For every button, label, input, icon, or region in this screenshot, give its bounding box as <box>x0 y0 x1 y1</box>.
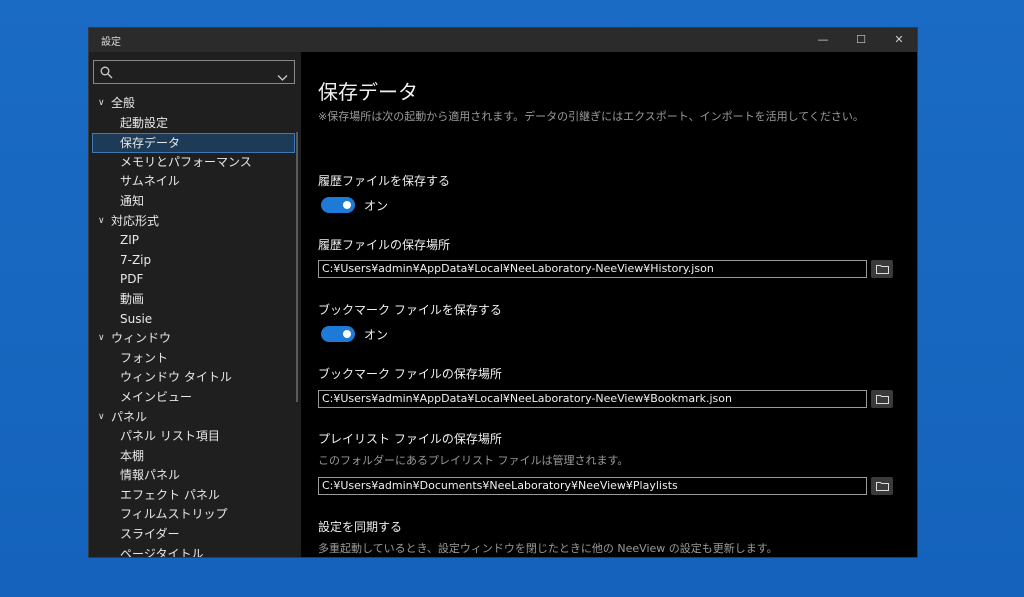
tree-label: ページタイトル <box>120 546 204 558</box>
page-title: 保存データ <box>318 80 418 104</box>
tree-label: 情報パネル <box>120 468 181 483</box>
settings-window: 設定 — ☐ ✕ ∨ 全般 起動設定 保存データ メモリとパフォーマンス サムネイ… <box>88 27 918 558</box>
tree-label: 起動設定 <box>120 115 169 130</box>
tree-label: 保存データ <box>120 136 181 151</box>
settings-content: 保存データ ※保存場所は次の起動から適用されます。データの引継ぎにはエクスポート… <box>301 52 917 557</box>
tree-item-font[interactable]: フォント <box>89 349 301 369</box>
tree-label: パネル リスト項目 <box>120 429 220 444</box>
history-path-label: 履歴ファイルの保存場所 <box>318 238 451 252</box>
tree-group-general[interactable]: ∨ 全般 <box>89 94 301 114</box>
chevron-down-icon[interactable]: ∨ <box>98 212 105 232</box>
tree-label: 対応形式 <box>111 213 160 228</box>
playlist-path-note: このフォルダーにあるプレイリスト ファイルは管理されます。 <box>318 454 629 467</box>
search-icon <box>100 64 113 83</box>
playlist-path-input[interactable]: C:¥Users¥admin¥Documents¥NeeLaboratory¥N… <box>318 477 867 495</box>
title-bar[interactable]: 設定 — ☐ ✕ <box>89 28 917 52</box>
maximize-button[interactable]: ☐ <box>842 28 880 52</box>
history-path-input[interactable]: C:¥Users¥admin¥AppData¥Local¥NeeLaborato… <box>318 260 867 278</box>
tree-label: 通知 <box>120 193 145 208</box>
tree-label: パネル <box>111 409 148 424</box>
tree-item-7zip[interactable]: 7-Zip <box>89 251 301 271</box>
sidebar: ∨ 全般 起動設定 保存データ メモリとパフォーマンス サムネイル 通知 ∨ 対応形… <box>89 52 301 558</box>
tree-label: 動画 <box>120 291 145 306</box>
tree-label: ウィンドウ <box>111 331 172 346</box>
toggle-knob <box>343 330 351 338</box>
tree-label: ウィンドウ タイトル <box>120 370 232 385</box>
playlist-path-label: プレイリスト ファイルの保存場所 <box>318 432 502 446</box>
tree-label: フィルムストリップ <box>120 507 228 522</box>
tree-item-effect-panel[interactable]: エフェクト パネル <box>89 486 301 506</box>
bookmark-toggle-state: オン <box>364 328 389 342</box>
settings-tree: ∨ 全般 起動設定 保存データ メモリとパフォーマンス サムネイル 通知 ∨ 対応形… <box>89 94 301 558</box>
tree-label: 本棚 <box>120 448 145 463</box>
tree-item-slider[interactable]: スライダー <box>89 525 301 545</box>
history-browse-button[interactable] <box>871 260 893 278</box>
history-toggle-state: オン <box>364 199 389 213</box>
tree-label: フォント <box>120 350 169 365</box>
tree-item-info-panel[interactable]: 情報パネル <box>89 466 301 486</box>
tree-label: ZIP <box>120 233 139 248</box>
tree-item-video[interactable]: 動画 <box>89 290 301 310</box>
window-title: 設定 <box>101 37 121 48</box>
tree-item-saved-data[interactable]: 保存データ <box>92 133 295 153</box>
bookmark-save-label: ブックマーク ファイルを保存する <box>318 303 502 317</box>
tree-label: エフェクト パネル <box>120 487 220 502</box>
tree-label: スライダー <box>120 527 180 542</box>
page-note: ※保存場所は次の起動から適用されます。データの引継ぎにはエクスポート、インポート… <box>318 110 864 123</box>
tree-item-page-title[interactable]: ページタイトル <box>89 545 301 558</box>
toggle-knob <box>343 201 351 209</box>
tree-item-susie[interactable]: Susie <box>89 310 301 330</box>
sidebar-scrollbar[interactable] <box>296 132 298 402</box>
tree-item-startup[interactable]: 起動設定 <box>89 114 301 134</box>
tree-item-bookshelf[interactable]: 本棚 <box>89 447 301 467</box>
folder-icon <box>876 482 889 491</box>
sync-note: 多重起動しているとき、設定ウィンドウを閉じたときに他の NeeView の設定も… <box>318 542 778 555</box>
chevron-down-icon[interactable]: ∨ <box>98 408 105 428</box>
close-button[interactable]: ✕ <box>880 28 917 52</box>
tree-item-panel-list[interactable]: パネル リスト項目 <box>89 427 301 447</box>
tree-item-window-title[interactable]: ウィンドウ タイトル <box>89 368 301 388</box>
tree-label: 7-Zip <box>120 252 152 267</box>
tree-item-notification[interactable]: 通知 <box>89 192 301 212</box>
tree-item-zip[interactable]: ZIP <box>89 231 301 251</box>
tree-item-memory[interactable]: メモリとパフォーマンス <box>89 153 301 173</box>
history-save-toggle[interactable] <box>321 197 355 213</box>
tree-item-pdf[interactable]: PDF <box>89 270 301 290</box>
bookmark-browse-button[interactable] <box>871 390 893 408</box>
tree-label: メモリとパフォーマンス <box>120 154 252 169</box>
bookmark-path-input[interactable]: C:¥Users¥admin¥AppData¥Local¥NeeLaborato… <box>318 390 867 408</box>
sync-label: 設定を同期する <box>318 520 403 534</box>
tree-label: 全般 <box>111 96 136 110</box>
chevron-down-icon[interactable]: ∨ <box>98 94 105 114</box>
folder-icon <box>876 265 889 274</box>
folder-icon <box>876 395 889 404</box>
minimize-button[interactable]: — <box>804 28 842 52</box>
tree-label: PDF <box>120 272 144 287</box>
bookmark-path-label: ブックマーク ファイルの保存場所 <box>318 367 502 381</box>
tree-label: メインビュー <box>120 389 193 404</box>
tree-item-filmstrip[interactable]: フィルムストリップ <box>89 505 301 525</box>
chevron-down-icon[interactable]: ∨ <box>98 329 105 349</box>
tree-group-formats[interactable]: ∨ 対応形式 <box>89 212 301 232</box>
tree-label: Susie <box>120 311 153 326</box>
playlist-browse-button[interactable] <box>871 477 893 495</box>
tree-label: サムネイル <box>120 174 180 189</box>
search-combobox[interactable] <box>93 60 295 84</box>
tree-item-main-view[interactable]: メインビュー <box>89 388 301 408</box>
bookmark-save-toggle[interactable] <box>321 326 355 342</box>
tree-group-panel[interactable]: ∨ パネル <box>89 408 301 428</box>
tree-item-thumbnail[interactable]: サムネイル <box>89 172 301 192</box>
chevron-down-icon[interactable] <box>277 67 288 86</box>
tree-group-window[interactable]: ∨ ウィンドウ <box>89 329 301 349</box>
history-save-label: 履歴ファイルを保存する <box>318 174 451 188</box>
